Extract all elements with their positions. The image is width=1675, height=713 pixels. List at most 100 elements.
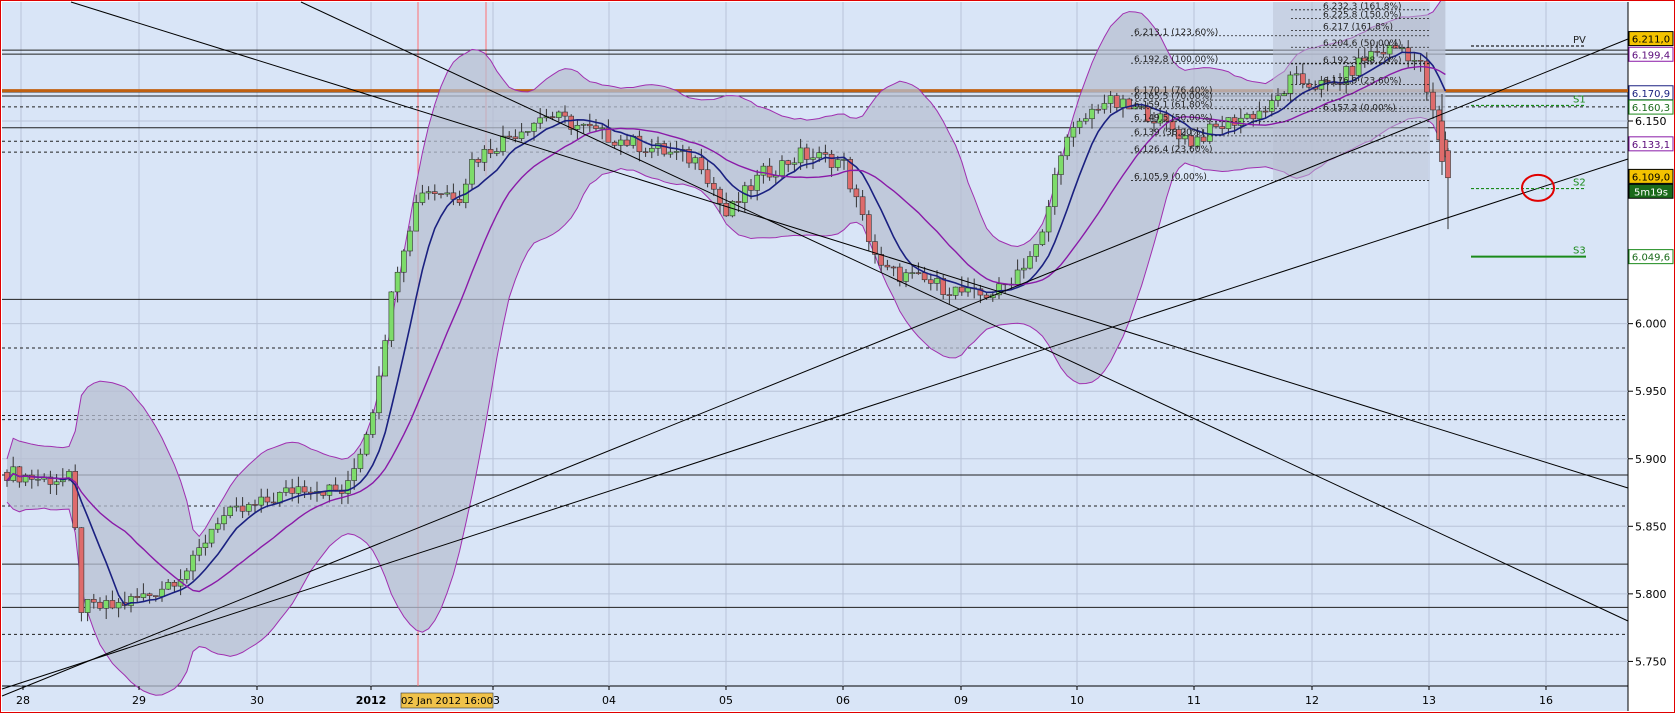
candle-body [797,147,804,164]
candle-body [146,593,153,596]
candle-body [531,122,537,132]
candle-body [735,201,742,203]
candle-body [258,496,265,506]
candle-body [84,599,91,613]
x-tick-label: 29 [132,694,146,707]
candle-body [487,149,494,154]
x-tick-label: 11 [1187,694,1201,707]
candle-body [909,272,916,274]
candle-body [624,139,630,146]
candle-body [1033,244,1039,257]
candle-body [1095,108,1101,111]
candle-body [1445,150,1451,179]
candle-body [351,468,358,481]
price-tag-label: 6.133,1 [1632,140,1670,151]
price-tag-label: 6.049,6 [1632,253,1670,264]
x-tick-label: 10 [1070,694,1084,707]
x-tick-label: 28 [16,694,30,707]
price-tag-label: 6.109,0 [1632,172,1670,183]
fib-label: 6.126,4 (23,60%) [1134,145,1213,155]
candle-body [1424,60,1430,93]
candle-body [140,593,147,598]
candle-body [400,250,407,273]
candle-body [1014,269,1021,285]
price-tag-label: 5m19s [1634,187,1668,198]
candle-body [407,230,413,252]
candle-body [369,412,376,435]
candle-body [859,196,866,215]
candle-body [884,264,891,268]
candle-body [289,487,296,494]
candle-body [500,135,506,152]
candle-body [91,599,97,603]
y-tick-label: 6.000 [1635,318,1667,331]
candle-body [103,600,109,609]
candle-body [246,504,252,512]
y-tick-label: 5.850 [1635,520,1667,533]
candle-body [332,484,339,491]
candle-body [202,542,209,548]
candle-body [648,147,655,153]
candle-body [834,159,841,168]
candle-body [171,582,178,587]
candle-body [1070,127,1077,138]
candle-body [1064,136,1070,157]
candle-body [78,527,85,613]
candle-body [816,152,823,159]
candle-body [1027,256,1033,269]
candlestick-chart[interactable]: 6.232,3 (161,8%)6.225,8 (150,0%)6.217 (1… [1,1,1674,712]
candle-body [438,193,444,195]
y-tick-label: 5.900 [1635,453,1667,466]
candle-body [215,523,221,530]
candle-body [617,139,624,146]
x-tick-label: 2012 [356,694,387,707]
candle-body [934,278,940,284]
candle-body [1269,100,1275,112]
candle-body [692,157,699,164]
candle-body [754,174,761,191]
candle-body [853,188,860,198]
fib-label: 6.192,3 (38,20%) [1323,56,1402,66]
candle-body [1213,123,1219,127]
candle-body [165,582,171,590]
candle-body [1219,126,1225,129]
y-tick-label: 6.150 [1635,115,1667,128]
candle-body [190,554,196,572]
chart-frame: 6.232,3 (161,8%) 6.225,8 (150,0%) 6.217 (1… [0,0,1675,713]
candle-body [710,183,717,190]
candle-body [97,601,103,609]
x-tick-label: 09 [954,694,968,707]
candle-body [444,192,451,195]
candle-body [704,169,711,184]
candle-body [227,506,233,516]
candle-body [1058,155,1064,175]
candle-body [1293,73,1300,76]
candle-body [667,151,674,155]
candle-body [239,505,246,512]
price-tag-label: 6.170,9 [1632,89,1670,100]
candle-body [952,286,959,296]
candle-body [779,160,785,176]
candle-body [283,487,289,493]
x-tick-label: 30 [250,694,264,707]
candle-body [1052,174,1058,207]
candle-body [803,147,810,160]
x-tick-label: 16 [1539,694,1553,707]
candle-body [301,486,308,493]
candle-body [394,271,401,293]
candle-body [537,117,544,124]
candle-body [549,116,556,118]
candle-body [878,254,885,266]
candle-body [1411,60,1418,62]
candle-body [1101,103,1108,110]
candle-body [865,214,872,242]
y-tick-label: 5.950 [1635,385,1667,398]
candle-body [1045,206,1052,233]
candle-body [1039,231,1046,245]
candle-body [1405,47,1411,62]
candle-body [760,165,767,176]
pivot-label: S2 [1573,178,1586,189]
candle-body [1287,74,1294,94]
candle-body [35,478,41,481]
candle-body [791,162,798,165]
